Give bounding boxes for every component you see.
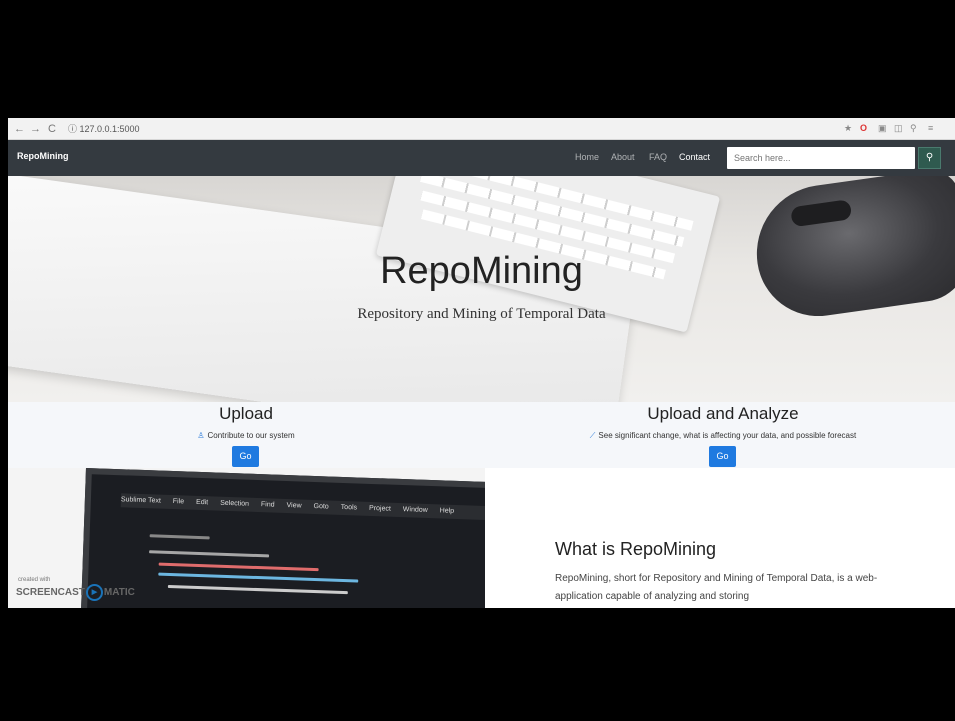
editor-menubar: Sublime Text File Edit Selection Find View Got… (120, 493, 485, 521)
navbar-brand[interactable]: RepoMining (17, 151, 69, 161)
hero-banner: RepoMining Repository and Mining of Temp… (8, 176, 955, 402)
search-input[interactable] (727, 147, 915, 169)
extension-icon[interactable]: ◫ (894, 123, 903, 134)
screencast-watermark: SCREENCAST ▶ MATIC (16, 584, 135, 601)
upload-go-button[interactable]: Go (232, 446, 259, 467)
site-navbar: RepoMining Home About FAQ Contact ⚲ (8, 140, 955, 176)
nav-link-about[interactable]: About (611, 152, 635, 162)
hero-subtitle: Repository and Mining of Temporal Data (357, 306, 606, 322)
reload-button[interactable]: C (48, 122, 56, 136)
address-bar[interactable]: ⓘ 127.0.0.1:5000 (68, 122, 140, 136)
extension-icon[interactable]: ⚲ (910, 123, 917, 134)
feature-title-analyze: Upload and Analyze (647, 404, 799, 423)
feature-title-upload: Upload (219, 404, 273, 423)
back-button[interactable]: ← (14, 122, 25, 136)
extension-icon[interactable]: ▣ (878, 123, 887, 134)
search-icon: ⚲ (925, 152, 934, 163)
feature-desc-analyze: ⟋ See significant change, what is affecti… (589, 431, 857, 440)
browser-viewport: ← → C ⓘ 127.0.0.1:5000 ★ O ▣ ◫ ⚲ ≡ RepoM… (8, 118, 955, 608)
laptop-screen: Sublime Text File Edit Selection Find View Got… (80, 468, 485, 608)
nav-link-contact[interactable]: Contact (679, 152, 710, 162)
about-text: RepoMining, short for Repository and Min… (555, 573, 878, 602)
nav-link-home[interactable]: Home (575, 152, 599, 162)
browser-toolbar: ← → C ⓘ 127.0.0.1:5000 ★ O ▣ ◫ ⚲ ≡ (8, 118, 955, 140)
feature-desc-upload: ♙ Contribute to our system (197, 431, 295, 440)
forward-button[interactable]: → (30, 122, 41, 136)
opera-icon[interactable]: O (860, 123, 867, 133)
menu-icon[interactable]: ≡ (928, 123, 933, 133)
hero-title: RepoMining (380, 250, 583, 292)
bookmark-icon[interactable]: ★ (844, 123, 852, 134)
watermark-caption: created with (18, 577, 51, 583)
about-section: What is RepoMining RepoMining, short for… (485, 468, 955, 608)
user-upload-icon: ♙ (197, 431, 205, 440)
play-icon: ▶ (85, 584, 103, 601)
about-title: What is RepoMining (555, 539, 717, 559)
nav-link-faq[interactable]: FAQ (649, 152, 667, 162)
chart-line-icon: ⟋ (589, 431, 596, 440)
analyze-go-button[interactable]: Go (709, 446, 736, 467)
features-section: Upload ♙ Contribute to our system Go Uplo… (8, 402, 955, 468)
search-button[interactable]: ⚲ (918, 147, 941, 169)
